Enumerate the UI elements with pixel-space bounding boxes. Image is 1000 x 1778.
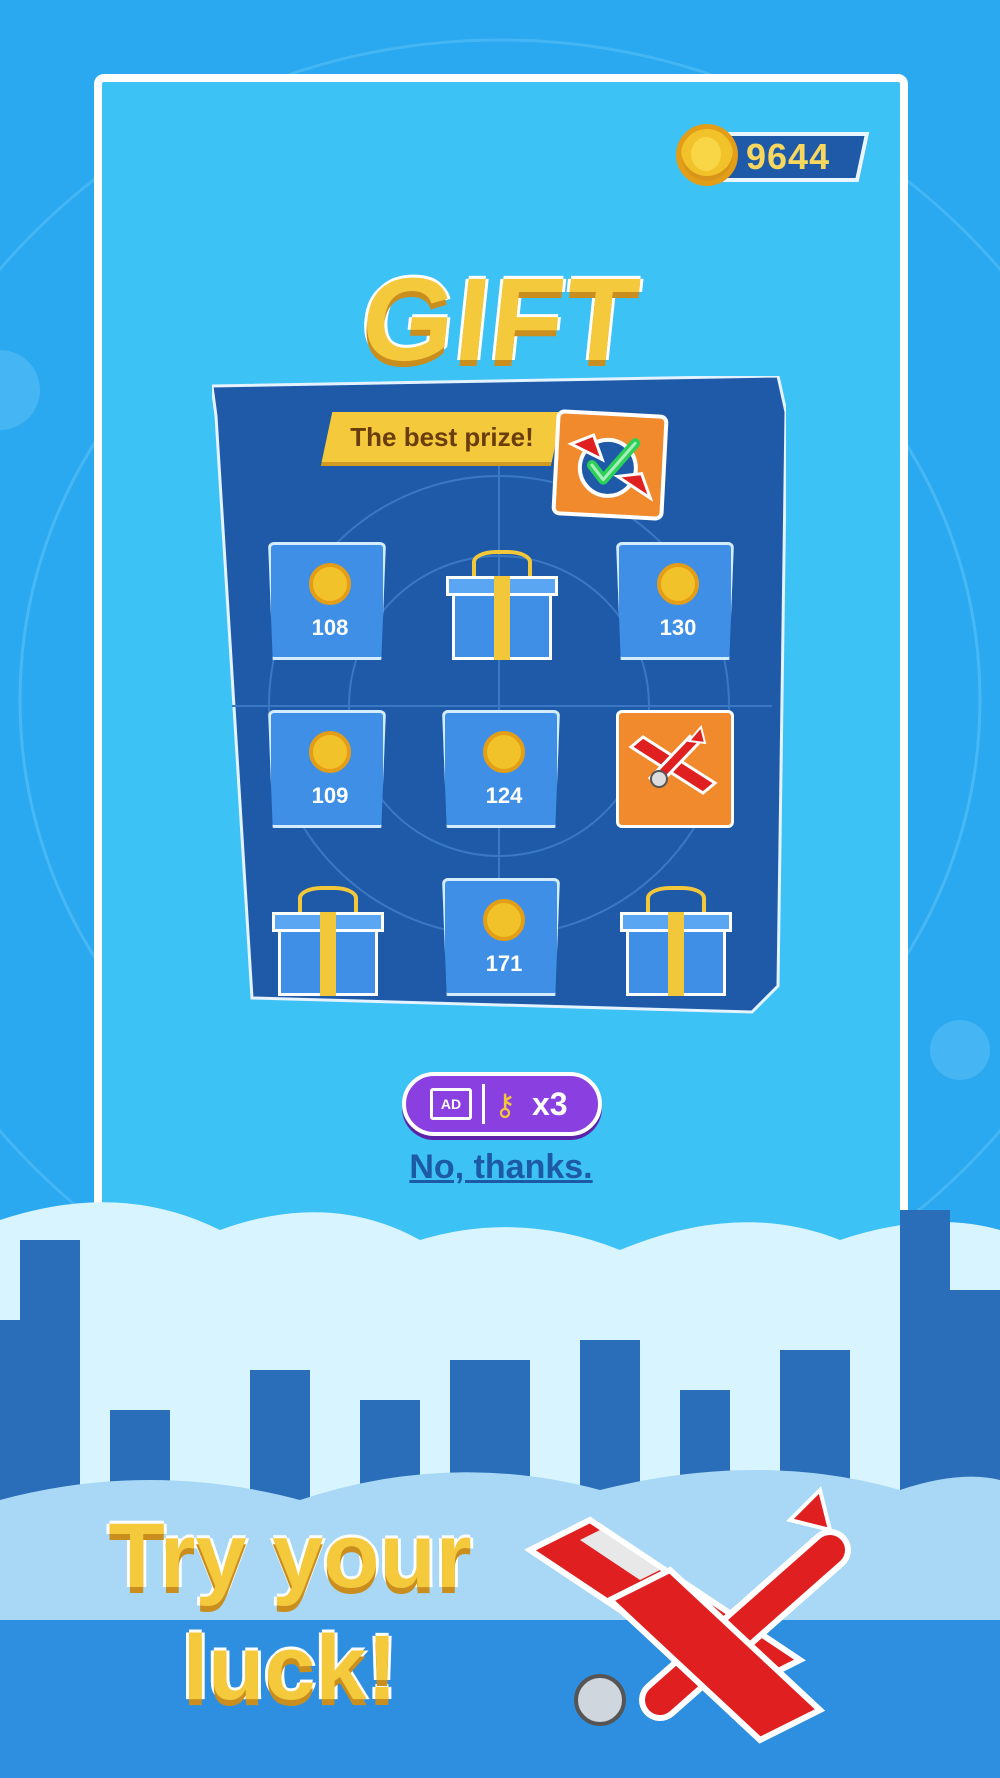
prize-cell-coin[interactable]: 108 (268, 542, 386, 660)
prize-tile: 109 (268, 710, 386, 828)
coin-icon (309, 563, 351, 605)
biplane-illustration (524, 1486, 851, 1744)
key-count: x3 (532, 1086, 568, 1122)
prize-tile: 171 (442, 878, 560, 996)
prize-tile: 130 (616, 542, 734, 660)
prize-cell-plane[interactable] (616, 710, 734, 828)
tagline: Try your luck! (80, 1500, 500, 1724)
coin-icon (657, 563, 699, 605)
coin-icon (483, 899, 525, 941)
best-prize-label: The best prize! (350, 422, 534, 452)
tv-icon: AD (430, 1088, 472, 1120)
coin-amount: 171 (485, 951, 523, 976)
prize-tile: 124 (442, 710, 560, 828)
coin-amount: 130 (659, 615, 697, 640)
coin-icon (309, 731, 351, 773)
best-prize-banner: The best prize! (321, 412, 563, 462)
prize-cell-coin[interactable]: 124 (442, 710, 560, 828)
coin-count: 9644 (746, 136, 831, 177)
prize-cell-gift[interactable] (442, 542, 560, 660)
coin-icon (483, 731, 525, 773)
prize-cell-coin[interactable]: 109 (268, 710, 386, 828)
plane-icon (628, 724, 718, 795)
coin-amount: 124 (485, 783, 523, 808)
gift-box-icon (272, 886, 384, 996)
gift-box-icon (620, 886, 732, 996)
tagline-line1: Try your (108, 1505, 472, 1607)
plane-prize-tile (616, 710, 734, 828)
coin-icon (676, 124, 738, 186)
prize-tile: 108 (268, 542, 386, 660)
coin-amount: 108 (311, 615, 349, 640)
key-icon: ⚷ (494, 1088, 516, 1123)
coin-amount: 109 (311, 783, 349, 808)
divider (482, 1084, 485, 1124)
prize-cell-coin[interactable]: 171 (442, 878, 560, 996)
gift-box-icon (446, 550, 558, 660)
tagline-line2: luck! (182, 1617, 398, 1719)
best-prize-card (551, 409, 669, 521)
coin-counter: 9644 (676, 122, 870, 188)
plane-check-icon (567, 433, 654, 502)
prize-cell-gift[interactable] (268, 878, 386, 996)
gift-title: GIFT (355, 254, 647, 386)
watch-ad-button[interactable]: AD ⚷ x3 (402, 1072, 602, 1136)
prize-cell-gift[interactable] (616, 878, 734, 996)
prize-cell-coin[interactable]: 130 (616, 542, 734, 660)
no-thanks-link[interactable]: No, thanks. (102, 1148, 900, 1187)
